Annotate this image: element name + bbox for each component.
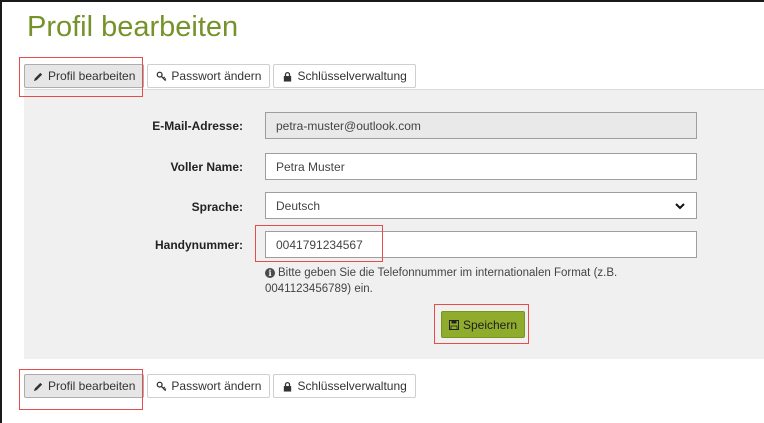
tab-bar-top: Profil bearbeiten Passwort ändern Schlüs… <box>24 64 416 88</box>
tab-key-management[interactable]: Schlüsselverwaltung <box>273 64 416 88</box>
tab-bar-bottom: Profil bearbeiten Passwort ändern Schlüs… <box>24 374 416 398</box>
name-label: Voller Name: <box>170 160 243 174</box>
window-frame-top <box>0 0 764 2</box>
tab-label: Profil bearbeiten <box>48 69 136 83</box>
tab-label: Schlüsselverwaltung <box>297 379 407 393</box>
info-icon: i <box>265 268 275 278</box>
chevron-down-icon <box>675 202 685 209</box>
pencil-icon <box>33 72 43 81</box>
phone-label: Handynummer: <box>154 238 243 252</box>
tab-label: Profil bearbeiten <box>48 379 136 393</box>
tab-change-password[interactable]: Passwort ändern <box>147 64 271 88</box>
lock-icon <box>284 71 292 82</box>
tab-label: Passwort ändern <box>171 379 262 393</box>
window-frame-left <box>0 0 2 423</box>
tab-change-password[interactable]: Passwort ändern <box>147 374 271 398</box>
email-field[interactable]: petra-muster@outlook.com <box>265 112 697 139</box>
save-button[interactable]: Speichern <box>441 311 525 338</box>
email-label: E-Mail-Adresse: <box>152 119 243 133</box>
save-button-label: Speichern <box>462 317 518 332</box>
phone-field[interactable]: 0041791234567 <box>265 231 697 258</box>
language-select[interactable]: Deutsch <box>265 192 697 219</box>
tab-edit-profile[interactable]: Profil bearbeiten <box>24 64 145 88</box>
tab-edit-profile[interactable]: Profil bearbeiten <box>24 374 145 398</box>
phone-help-text: i Bitte geben Sie die Telefonnummer im in… <box>265 265 685 297</box>
lock-icon <box>284 381 292 392</box>
name-field[interactable]: Petra Muster <box>265 153 697 180</box>
language-selected-value: Deutsch <box>276 198 321 213</box>
tab-label: Schlüsselverwaltung <box>297 69 407 83</box>
language-label: Sprache: <box>191 200 243 214</box>
key-icon <box>157 71 167 81</box>
pencil-icon <box>33 382 43 391</box>
tab-key-management[interactable]: Schlüsselverwaltung <box>273 374 416 398</box>
key-icon <box>157 381 167 391</box>
floppy-disk-icon <box>448 319 459 330</box>
page-title: Profil bearbeiten <box>27 11 239 43</box>
tab-label: Passwort ändern <box>171 69 262 83</box>
help-text: Bitte geben Sie die Telefonnummer im int… <box>265 267 618 295</box>
